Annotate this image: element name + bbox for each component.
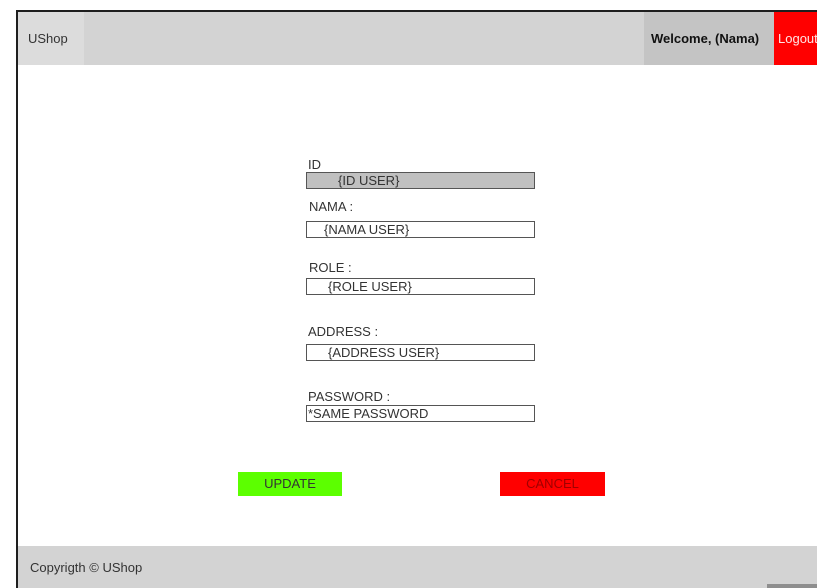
password-label: PASSWORD : <box>308 389 391 404</box>
logout-button[interactable]: Logout <box>774 12 817 65</box>
footer: Copyrigth © UShop <box>18 546 817 588</box>
password-field[interactable]: *SAME PASSWORD <box>306 405 535 422</box>
cancel-button[interactable]: CANCEL <box>500 472 605 496</box>
brand-link[interactable]: UShop <box>18 12 84 65</box>
top-navbar: UShop Welcome, (Nama) Logout <box>18 12 817 65</box>
scrollbar-thumb[interactable] <box>767 584 817 588</box>
app-frame: UShop Welcome, (Nama) Logout ID {ID USER… <box>16 10 817 588</box>
update-button[interactable]: UPDATE <box>238 472 342 496</box>
id-label: ID <box>308 157 321 172</box>
welcome-text: Welcome, (Nama) <box>644 12 774 65</box>
nama-field[interactable]: {NAMA USER} <box>306 221 535 238</box>
address-field[interactable]: {ADDRESS USER} <box>306 344 535 361</box>
id-field: {ID USER} <box>306 172 535 189</box>
role-label: ROLE : <box>309 260 352 275</box>
address-label: ADDRESS : <box>308 324 379 339</box>
copyright-text: Copyrigth © UShop <box>30 560 143 575</box>
role-field[interactable]: {ROLE USER} <box>306 278 535 295</box>
nama-label: NAMA : <box>309 199 354 214</box>
